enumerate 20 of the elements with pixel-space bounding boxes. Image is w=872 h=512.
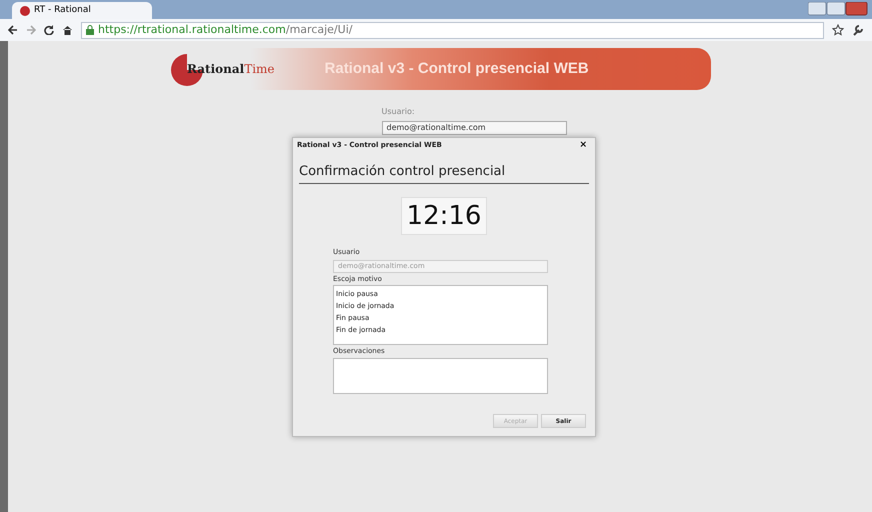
tab-title: RT - Rational: [34, 4, 91, 17]
wrench-icon[interactable]: [852, 24, 864, 36]
email-field[interactable]: demo@rationaltime.com: [382, 121, 566, 135]
back-icon[interactable]: [8, 25, 18, 35]
address-bar[interactable]: https://rtrational.rationaltime.com/marcaje/Ui/: [81, 22, 824, 38]
logo-icon: [20, 6, 30, 16]
star-icon[interactable]: [832, 24, 844, 36]
dialog-heading: Confirmación control presencial: [299, 164, 506, 179]
home-icon[interactable]: [62, 25, 73, 35]
browser-tab[interactable]: RT - Rational: [12, 2, 152, 19]
notes-field[interactable]: [333, 358, 548, 394]
window-controls-icon[interactable]: [808, 2, 868, 16]
banner-title: Rational v3 - Control presencial WEB: [324, 58, 589, 79]
clock-display: 12:16: [401, 197, 487, 235]
close-button[interactable]: ×: [579, 140, 587, 150]
reload-icon[interactable]: [44, 25, 54, 35]
field-label: Usuario:: [382, 106, 416, 118]
url-text: https://rtrational.rationaltime.com/marcaje/Ui/: [98, 22, 352, 38]
lock-icon: [86, 25, 94, 35]
logo-text: RationalTime: [187, 61, 275, 78]
